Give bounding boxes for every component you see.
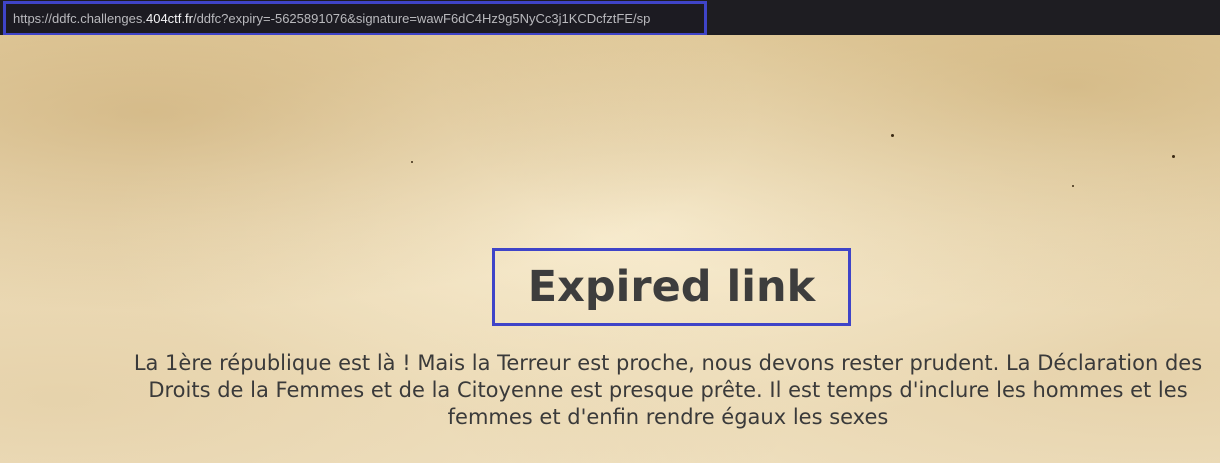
page-title: Expired link xyxy=(527,262,816,312)
page-message: La 1ère république est là ! Mais la Terr… xyxy=(133,351,1203,429)
url-domain: 404ctf.fr xyxy=(145,11,193,26)
url-path: /ddfc?expiry=-5625891076&signature=wawF6… xyxy=(192,11,651,26)
address-bar[interactable]: https://ddfc.challenges.404ctf.fr/ddfc?e… xyxy=(3,1,707,36)
parchment-speck xyxy=(891,134,894,137)
browser-toolbar: https://ddfc.challenges.404ctf.fr/ddfc?e… xyxy=(0,0,1220,36)
url-text[interactable]: https://ddfc.challenges.404ctf.fr/ddfc?e… xyxy=(13,11,650,26)
heading-highlight: Expired link xyxy=(492,248,851,326)
url-prefix: https://ddfc.challenges. xyxy=(13,11,146,26)
page-content: Expired link La 1ère république est là !… xyxy=(0,35,1220,463)
parchment-speck xyxy=(1072,185,1074,187)
parchment-speck xyxy=(1172,155,1175,158)
parchment-speck xyxy=(411,161,413,163)
